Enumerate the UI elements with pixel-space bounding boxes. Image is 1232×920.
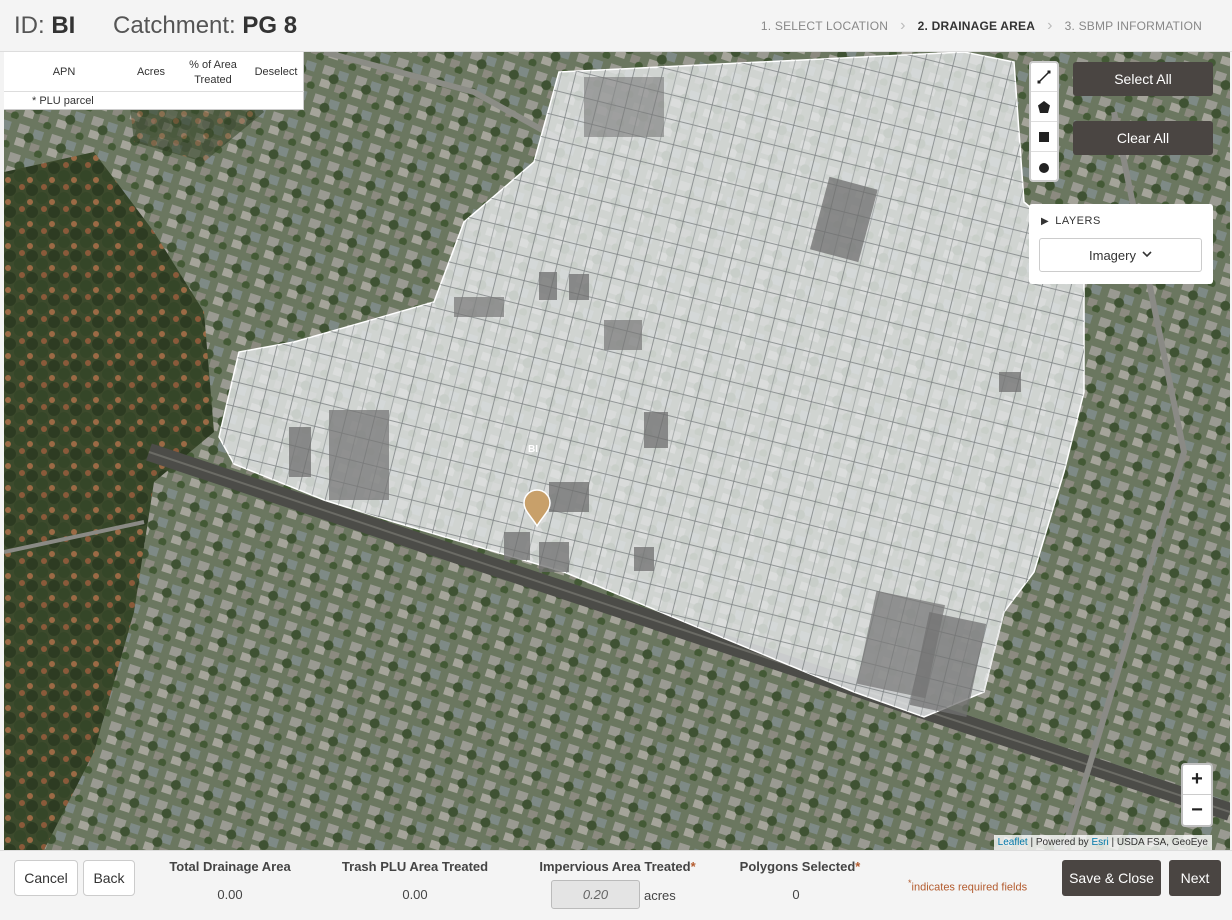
chevron-down-icon	[1142, 250, 1152, 261]
step-drainage-area[interactable]: 2. DRAINAGE AREA	[918, 19, 1035, 33]
leaflet-link[interactable]: Leaflet	[998, 837, 1028, 848]
page-header: ID: BI Catchment: PG 8 1. SELECT LOCATIO…	[0, 0, 1232, 52]
impervious-area-label: Impervious Area Treated*	[530, 859, 705, 874]
step-chevron-icon: ›	[1047, 17, 1053, 34]
polygons-label-text: Polygons Selected	[739, 859, 856, 874]
total-drainage-label: Total Drainage Area	[169, 859, 291, 874]
required-marker: *	[855, 859, 861, 874]
id-value: BI	[51, 12, 76, 39]
select-all-button[interactable]: Select All	[1073, 62, 1213, 96]
column-deselect[interactable]: Deselect	[248, 66, 304, 78]
map-marker-icon[interactable]	[522, 489, 552, 527]
apn-table: APN Acres % of Area Treated Deselect * P…	[4, 52, 304, 110]
layers-panel: ▶ LAYERS Imagery	[1029, 204, 1213, 284]
save-close-button[interactable]: Save & Close	[1062, 860, 1161, 896]
polygons-selected-value: 0	[792, 887, 800, 902]
step-chevron-icon: ›	[900, 17, 906, 34]
next-button[interactable]: Next	[1169, 860, 1221, 896]
draw-toolbar	[1029, 61, 1059, 182]
layers-title: LAYERS	[1055, 215, 1101, 227]
required-fields-note: *indicates required fields	[908, 878, 1027, 894]
map-marker-label: BI	[528, 444, 538, 455]
rectangle-icon[interactable]	[1031, 123, 1057, 152]
column-acres[interactable]: Acres	[129, 66, 173, 78]
trash-plu-value: 0.00	[402, 887, 428, 902]
required-marker: *	[690, 859, 696, 874]
required-note-text: indicates required fields	[911, 881, 1028, 894]
basemap-selected-value: Imagery	[1089, 247, 1136, 263]
catchment-title: Catchment: PG 8	[113, 12, 297, 40]
circle-icon[interactable]	[1031, 153, 1057, 182]
polygon-icon[interactable]	[1031, 93, 1057, 122]
zoom-in-button[interactable]: +	[1183, 765, 1211, 795]
caret-right-icon: ▶	[1041, 216, 1050, 227]
impervious-area-input[interactable]	[551, 880, 640, 909]
id-label: ID:	[14, 12, 45, 39]
apn-table-header: APN Acres % of Area Treated Deselect	[4, 52, 304, 92]
plu-parcel-note: * PLU parcel	[32, 95, 94, 107]
step-select-location[interactable]: 1. SELECT LOCATION	[761, 19, 888, 33]
step-sbmp-information[interactable]: 3. SBMP INFORMATION	[1065, 19, 1202, 33]
total-drainage-value: 0.00	[217, 887, 243, 902]
catchment-value: PG 8	[242, 12, 298, 39]
trash-plu-label: Trash PLU Area Treated	[341, 859, 489, 874]
basemap-select[interactable]: Imagery	[1039, 238, 1202, 272]
impervious-unit: acres	[644, 888, 676, 903]
cancel-button[interactable]: Cancel	[14, 860, 78, 896]
zoom-control: + −	[1181, 763, 1213, 827]
map-attribution: Leaflet | Powered by Esri | USDA FSA, Ge…	[993, 835, 1212, 850]
project-id: ID: BI	[14, 12, 75, 40]
back-button[interactable]: Back	[83, 860, 135, 896]
wizard-steps: 1. SELECT LOCATION › 2. DRAINAGE AREA › …	[761, 17, 1202, 34]
column-apn[interactable]: APN	[34, 66, 94, 78]
polyline-icon[interactable]	[1031, 63, 1057, 92]
polygons-selected-label: Polygons Selected*	[730, 859, 870, 874]
esri-link[interactable]: Esri	[1091, 837, 1108, 848]
impervious-label-text: Impervious Area Treated	[539, 859, 691, 874]
attribution-sources: | USDA FSA, GeoEye	[1108, 837, 1208, 848]
catchment-label: Catchment:	[113, 12, 236, 39]
zoom-out-button[interactable]: −	[1183, 795, 1211, 825]
clear-all-button[interactable]: Clear All	[1073, 121, 1213, 155]
layers-toggle[interactable]: ▶ LAYERS	[1041, 215, 1101, 227]
attribution-powered-by: | Powered by	[1027, 837, 1092, 848]
column-percent-area-treated[interactable]: % of Area Treated	[182, 58, 244, 88]
